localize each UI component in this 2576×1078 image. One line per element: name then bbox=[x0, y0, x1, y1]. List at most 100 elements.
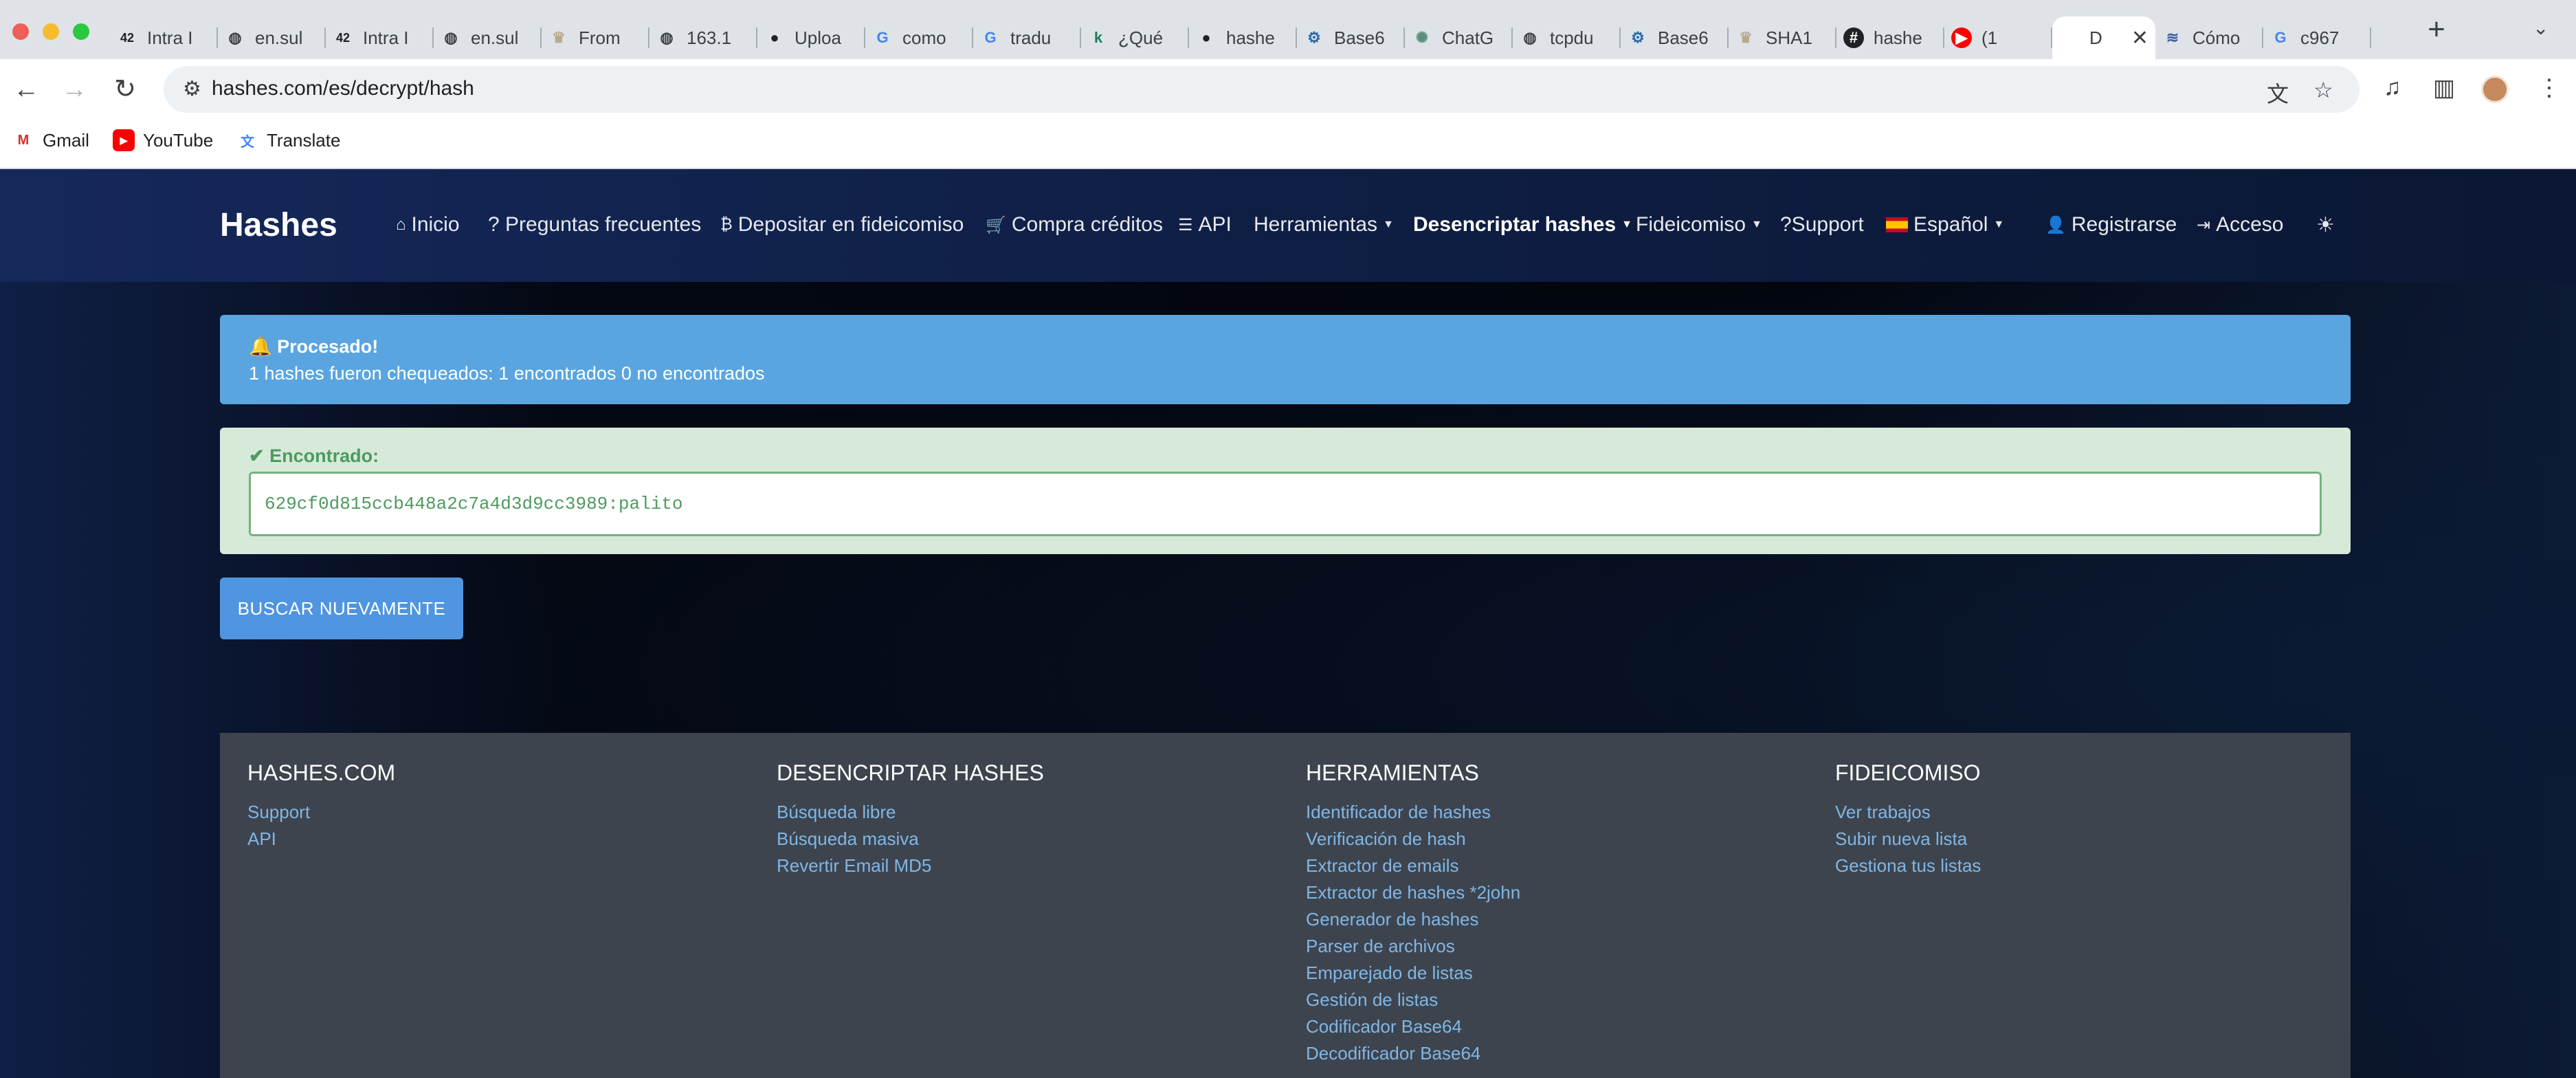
browser-tab[interactable]: ✺ ChatG bbox=[1405, 16, 1513, 59]
browser-tab[interactable]: ≋ Cómo bbox=[2155, 16, 2263, 59]
42-logo-icon: 42 bbox=[335, 30, 351, 45]
footer-link-list-matching[interactable]: Emparejado de listas bbox=[1306, 960, 1520, 987]
nav-decrypt-dropdown[interactable]: Desencriptar hashes ▼ bbox=[1413, 213, 1632, 236]
maximize-window-button[interactable] bbox=[73, 23, 89, 40]
browser-tab[interactable]: # hashe bbox=[1836, 16, 1944, 59]
nav-label: Español bbox=[1913, 213, 1988, 236]
nav-buy-credits[interactable]: 🛒 Compra créditos bbox=[986, 213, 1163, 236]
footer-link-view-jobs[interactable]: Ver trabajos bbox=[1835, 799, 1981, 826]
footer-link-base64-encoder[interactable]: Codificador Base64 bbox=[1306, 1013, 1520, 1040]
footer-link-2john-extractor[interactable]: Extractor de hashes *2john bbox=[1306, 879, 1520, 906]
nav-login[interactable]: ⇥ Acceso bbox=[2197, 213, 2284, 236]
browser-tab[interactable]: k ¿Qué bbox=[1081, 16, 1189, 59]
footer-link-manage-lists[interactable]: Gestiona tus listas bbox=[1835, 852, 1981, 879]
bookmark-translate[interactable]: 文 Translate bbox=[236, 129, 340, 151]
nav-inicio[interactable]: ⌂ Inicio bbox=[396, 213, 460, 236]
footer-link-upload-list[interactable]: Subir nueva lista bbox=[1835, 826, 1981, 852]
url-text[interactable]: hashes.com/es/decrypt/hash bbox=[212, 77, 474, 100]
footer-link-email-extractor[interactable]: Extractor de emails bbox=[1306, 852, 1520, 879]
bookmark-star-icon[interactable]: ☆ bbox=[2313, 77, 2333, 103]
nav-escrow-dropdown[interactable]: Fideicomiso ▼ bbox=[1636, 213, 1762, 236]
nav-api[interactable]: ☰ API bbox=[1178, 213, 1232, 236]
browser-tab[interactable]: 42 Intra I bbox=[326, 16, 434, 59]
globe-icon: ◍ bbox=[228, 29, 242, 46]
browser-tab[interactable]: ◍ en.sul bbox=[218, 16, 326, 59]
found-result-field[interactable]: 629cf0d815ccb448a2c7a4d3d9cc3989:palito bbox=[249, 472, 2322, 536]
browser-tab[interactable]: ◍ 163.1 bbox=[649, 16, 757, 59]
media-controls-icon[interactable]: ♫ bbox=[2384, 74, 2401, 101]
browser-tab[interactable]: ▶ (1 bbox=[1944, 16, 2052, 59]
tab-title: hashe bbox=[1226, 27, 1275, 48]
nav-support[interactable]: ?Support bbox=[1780, 213, 1864, 236]
nav-label: Depositar en fideicomiso bbox=[737, 213, 964, 236]
browser-tab[interactable]: ♛ From bbox=[542, 16, 649, 59]
footer-link-hash-verification[interactable]: Verificación de hash bbox=[1306, 826, 1520, 852]
browser-tab[interactable]: ● hashe bbox=[1189, 16, 1297, 59]
close-window-button[interactable] bbox=[12, 23, 29, 40]
nav-escrow-deposit[interactable]: ₿ Depositar en fideicomiso bbox=[720, 213, 964, 236]
translate-icon[interactable]: 文 bbox=[2267, 77, 2289, 109]
browser-tab[interactable]: ⚙ Base6 bbox=[1621, 16, 1729, 59]
nav-faq[interactable]: ? Preguntas frecuentes bbox=[488, 213, 701, 236]
page-content: Hashes ⌂ Inicio ? Preguntas frecuentes ₿… bbox=[0, 169, 2576, 1078]
close-tab-icon[interactable]: ✕ bbox=[2131, 26, 2148, 50]
hashes-logo-icon: # bbox=[1843, 28, 1864, 48]
back-button[interactable]: ← bbox=[10, 73, 43, 106]
globe-icon: ◍ bbox=[1523, 29, 1537, 46]
footer-link-hash-generator[interactable]: Generador de hashes bbox=[1306, 906, 1520, 933]
browser-tab[interactable]: Gtradu bbox=[973, 16, 1081, 59]
browser-menu-icon[interactable]: ⋮ bbox=[2538, 74, 2561, 102]
footer-link-free-search[interactable]: Búsqueda libre bbox=[777, 799, 931, 826]
bookmark-label: Translate bbox=[267, 129, 341, 151]
chef-hat-icon: ♛ bbox=[1739, 29, 1753, 46]
caret-down-icon: ▼ bbox=[1383, 219, 1394, 230]
forward-button[interactable]: → bbox=[58, 73, 91, 106]
site-brand[interactable]: Hashes bbox=[220, 206, 337, 244]
browser-tab-active[interactable]: D ✕ bbox=[2052, 16, 2155, 59]
caret-down-icon: ▼ bbox=[1993, 219, 2005, 230]
footer-link-bulk-search[interactable]: Búsqueda masiva bbox=[777, 826, 931, 852]
browser-tab[interactable]: ◍ en.sul bbox=[434, 16, 542, 59]
tab-title: tcpdu bbox=[1550, 27, 1594, 48]
footer-link-api[interactable]: API bbox=[247, 826, 310, 852]
youtube-icon: ▶ bbox=[1951, 28, 1972, 48]
minimize-window-button[interactable] bbox=[43, 23, 59, 40]
nav-label: Herramientas bbox=[1254, 213, 1378, 236]
footer-link-file-parser[interactable]: Parser de archivos bbox=[1306, 933, 1520, 960]
footer-link-list-management[interactable]: Gestión de listas bbox=[1306, 987, 1520, 1013]
browser-tab[interactable]: Gcomo bbox=[865, 16, 973, 59]
side-panel-icon[interactable]: ▥ bbox=[2433, 74, 2455, 102]
footer-link-reverse-email-md5[interactable]: Revertir Email MD5 bbox=[777, 852, 931, 879]
browser-tab-bar: 42 Intra I ◍ en.sul 42 Intra I ◍ en.sul ♛ From ◍ 16… bbox=[0, 0, 2576, 59]
nav-tools-dropdown[interactable]: Herramientas ▼ bbox=[1254, 213, 1394, 236]
browser-tab[interactable]: ● Uploa bbox=[757, 16, 865, 59]
site-footer: HASHES.COM Support API DESENCRIPTAR HASH… bbox=[220, 733, 2351, 1078]
tab-search-chevron-icon[interactable]: ⌄ bbox=[2533, 16, 2549, 39]
footer-link-support[interactable]: Support bbox=[247, 799, 310, 826]
tab-title: Uploa bbox=[795, 27, 841, 48]
github-icon: ● bbox=[1201, 29, 1211, 46]
theme-toggle-sun-icon[interactable]: ☀ bbox=[2316, 213, 2335, 237]
search-again-button[interactable]: BUSCAR NUEVAMENTE bbox=[220, 578, 463, 639]
browser-tab[interactable]: ♛ SHA1 bbox=[1729, 16, 1836, 59]
site-settings-icon[interactable]: ⚙ bbox=[183, 77, 201, 101]
profile-avatar[interactable] bbox=[2481, 76, 2509, 103]
footer-link-hash-identifier[interactable]: Identificador de hashes bbox=[1306, 799, 1520, 826]
processed-title: 🔔 Procesado! bbox=[249, 336, 378, 358]
footer-link-base64-decoder[interactable]: Decodificador Base64 bbox=[1306, 1040, 1520, 1067]
browser-tab[interactable]: 42 Intra I bbox=[110, 16, 218, 59]
address-bar[interactable]: ⚙ hashes.com/es/decrypt/hash 文 ☆ bbox=[164, 66, 2360, 113]
tab-title: ChatG bbox=[1442, 27, 1494, 48]
nav-language-dropdown[interactable]: Español ▼ bbox=[1886, 213, 2004, 236]
browser-tab[interactable]: Gc967 bbox=[2263, 16, 2371, 59]
footer-heading: DESENCRIPTAR HASHES bbox=[777, 760, 1044, 785]
browser-tab[interactable]: ◍ tcpdu bbox=[1513, 16, 1621, 59]
browser-tab[interactable]: ⚙ Base6 bbox=[1297, 16, 1405, 59]
nav-register[interactable]: 👤 Registrarse bbox=[2045, 213, 2177, 236]
tab-title: Base6 bbox=[1334, 27, 1385, 48]
bookmark-gmail[interactable]: M Gmail bbox=[12, 129, 89, 151]
new-tab-button[interactable]: + bbox=[2419, 12, 2454, 47]
bookmark-youtube[interactable]: ▶ YouTube bbox=[113, 129, 213, 151]
reload-button[interactable]: ↻ bbox=[109, 73, 142, 106]
tab-title: Cómo bbox=[2192, 27, 2241, 48]
